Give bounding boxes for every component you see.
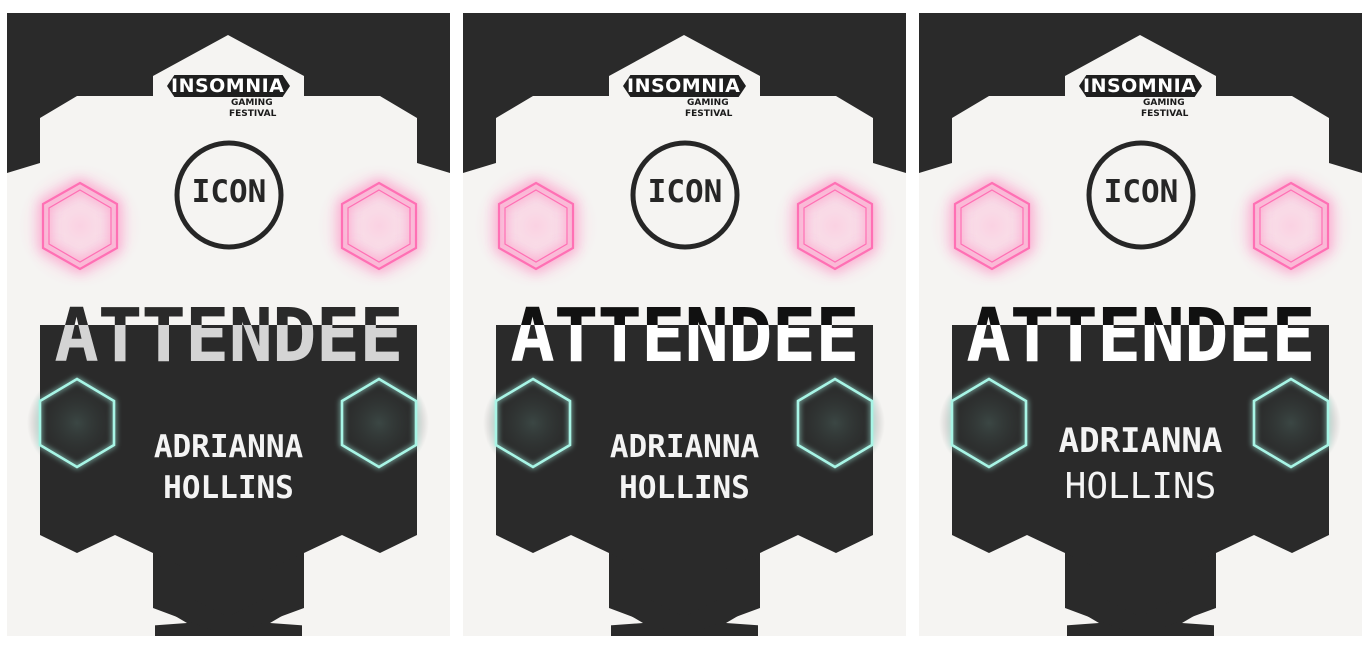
role-title-top-half: ATTENDEE [7,13,450,325]
badge-2: INSOMNIA GAMING FESTIVAL ICON ATTENDEE A… [463,13,906,636]
attendee-first-name: ADRIANNA [153,429,304,465]
attendee-last-name: HOLLINS [163,470,294,506]
badge-3: INSOMNIA GAMING FESTIVAL ICON ATTENDEE A… [919,13,1362,636]
attendee-first-name: ADRIANNA [1058,421,1223,461]
attendee-last-name: HOLLINS [1064,466,1217,507]
role-title-top-half: ATTENDEE [463,13,906,325]
attendee-first-name: ADRIANNA [609,429,760,465]
attendee-last-name: HOLLINS [619,470,750,506]
badge-1: INSOMNIA GAMING FESTIVAL ICON ATTENDEE A… [7,13,450,636]
role-title-top-half: ATTENDEE [919,13,1362,325]
